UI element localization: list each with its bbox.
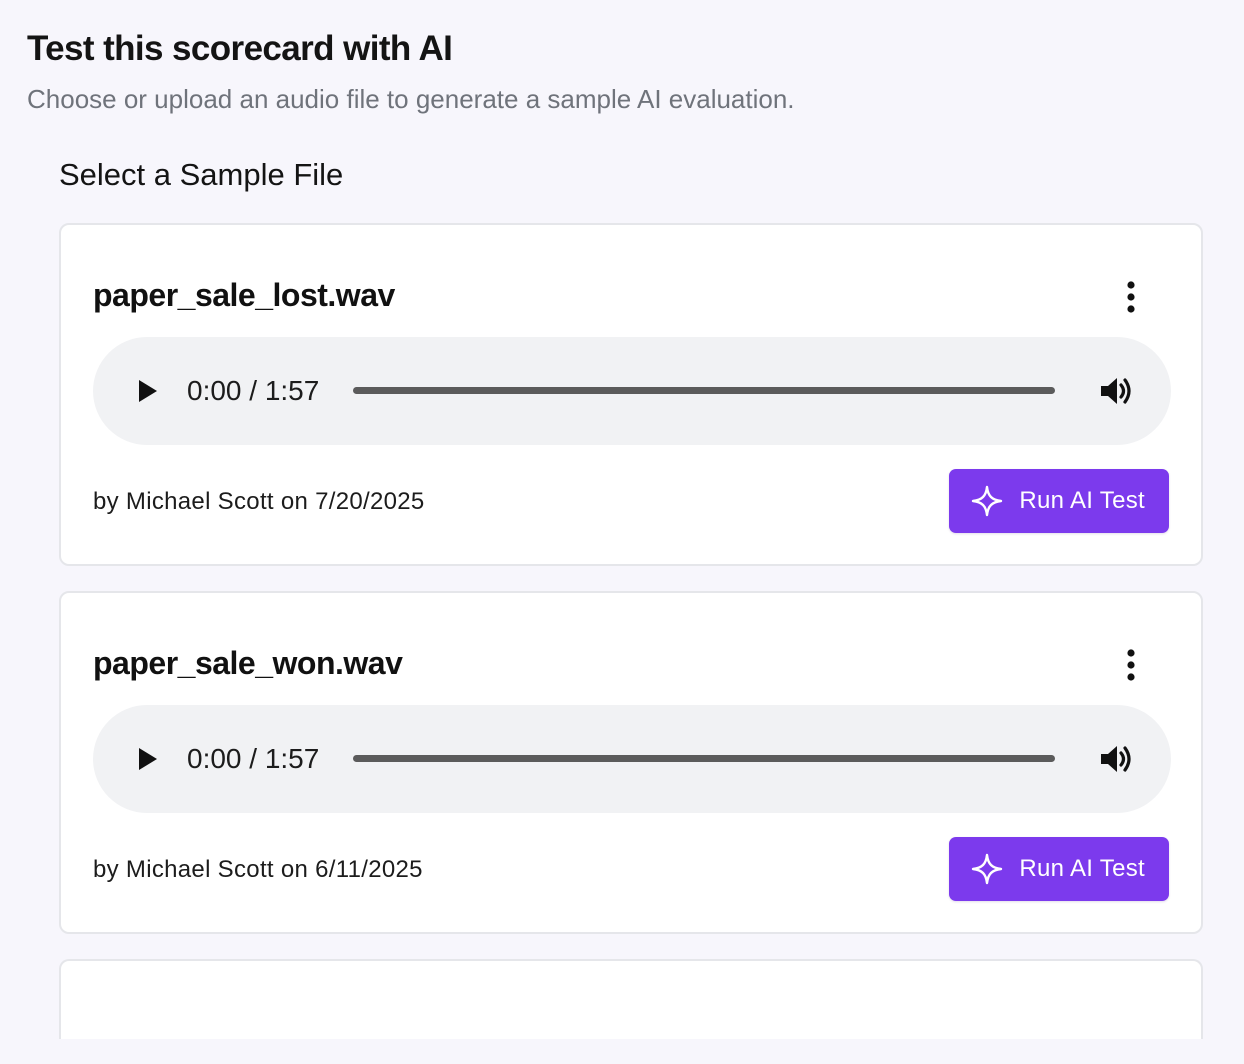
audio-player: 0:00 / 1:57 <box>93 337 1171 445</box>
section-title: Select a Sample File <box>59 157 344 192</box>
time-readout: 0:00 / 1:57 <box>187 375 320 406</box>
file-meta: by Michael Scott on 6/11/2025 <box>93 856 423 883</box>
volume-button[interactable] <box>1097 371 1137 411</box>
volume-button[interactable] <box>1097 739 1137 779</box>
more-options-button[interactable] <box>1109 275 1153 319</box>
run-ai-test-button[interactable]: Run AI Test <box>949 469 1169 533</box>
file-name: paper_sale_won.wav <box>93 645 403 681</box>
volume-icon <box>1100 376 1134 406</box>
page-subtitle: Choose or upload an audio file to genera… <box>27 84 795 114</box>
sample-file-list: paper_sale_lost.wav 0:00 / 1:57 by Micha… <box>59 223 1203 1064</box>
sample-file-card <box>59 959 1203 1039</box>
audio-player: 0:00 / 1:57 <box>93 705 1171 813</box>
play-icon <box>138 747 158 771</box>
run-ai-test-label: Run AI Test <box>1019 855 1145 882</box>
time-readout: 0:00 / 1:57 <box>187 743 320 774</box>
sample-file-card: paper_sale_lost.wav 0:00 / 1:57 by Micha… <box>59 223 1203 566</box>
progress-slider[interactable] <box>353 387 1055 394</box>
play-button[interactable] <box>129 739 167 779</box>
page-title: Test this scorecard with AI <box>27 29 453 68</box>
sparkle-icon <box>971 485 1003 517</box>
file-name: paper_sale_lost.wav <box>93 277 395 313</box>
vertical-ellipsis-icon <box>1126 281 1136 313</box>
volume-icon <box>1100 744 1134 774</box>
vertical-ellipsis-icon <box>1126 649 1136 681</box>
file-meta: by Michael Scott on 7/20/2025 <box>93 488 425 515</box>
sparkle-icon <box>971 853 1003 885</box>
run-ai-test-button[interactable]: Run AI Test <box>949 837 1169 901</box>
more-options-button[interactable] <box>1109 643 1153 687</box>
run-ai-test-label: Run AI Test <box>1019 487 1145 514</box>
page-header: Test this scorecard with AI Choose or up… <box>27 28 795 116</box>
progress-slider[interactable] <box>353 755 1055 762</box>
sample-file-card: paper_sale_won.wav 0:00 / 1:57 by Michae… <box>59 591 1203 934</box>
play-icon <box>138 379 158 403</box>
play-button[interactable] <box>129 371 167 411</box>
